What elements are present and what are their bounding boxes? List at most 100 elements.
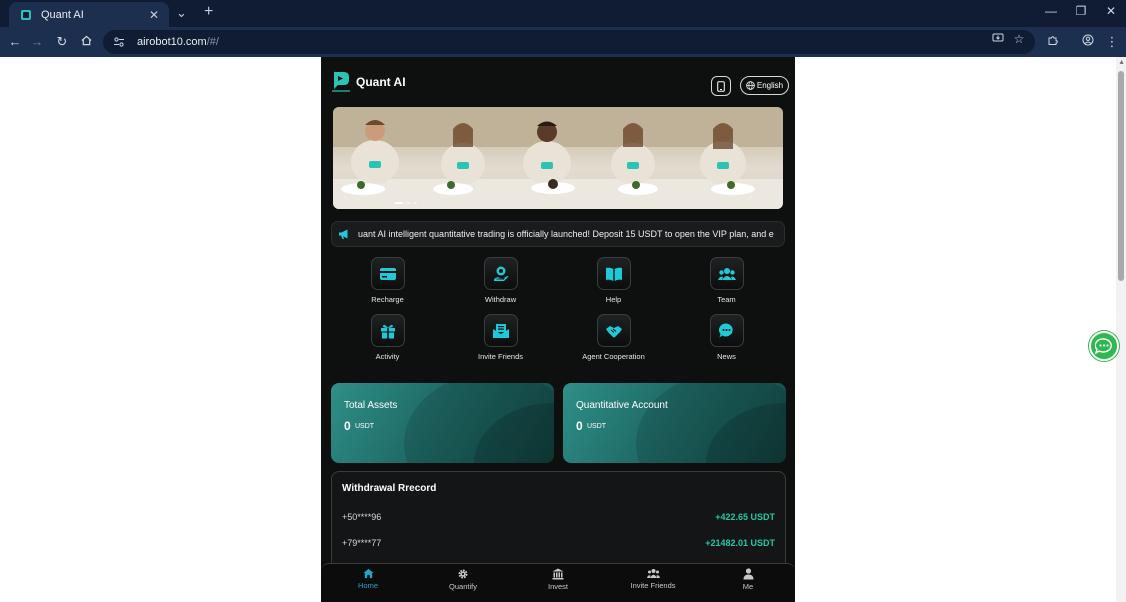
shortcut-label: Activity bbox=[375, 352, 400, 361]
tab-title: Quant AI bbox=[41, 8, 84, 21]
banner-photo bbox=[333, 107, 783, 209]
app-title: Quant AI bbox=[356, 75, 406, 89]
gear-icon bbox=[458, 569, 468, 579]
url-host: airobot10.com bbox=[137, 36, 207, 48]
announcement-text: uant AI intelligent quantitative trading… bbox=[358, 229, 774, 239]
record-phone: +79****77 bbox=[342, 538, 382, 548]
page-viewport: Quant AI English uant AI intelligent qua… bbox=[0, 57, 1126, 602]
extensions-puzzle-icon[interactable] bbox=[1044, 34, 1062, 49]
tab-invest[interactable]: Invest bbox=[511, 568, 605, 591]
gift-icon bbox=[370, 314, 405, 347]
tab-home[interactable]: Home bbox=[321, 568, 415, 590]
chat-bubble-icon bbox=[709, 314, 744, 347]
shortcut-recharge[interactable]: Recharge bbox=[331, 257, 444, 304]
shortcut-help[interactable]: Help bbox=[557, 257, 670, 304]
carousel-dot[interactable] bbox=[406, 202, 410, 204]
tab-invite-friends[interactable]: Invite Friends bbox=[606, 568, 700, 590]
announcement-marquee[interactable]: uant AI intelligent quantitative trading… bbox=[331, 221, 785, 247]
shortcut-withdraw[interactable]: Withdraw bbox=[444, 257, 557, 304]
record-amount: +21482.01 USDT bbox=[705, 538, 775, 548]
close-tab-icon[interactable]: ✕ bbox=[145, 8, 163, 22]
carousel-dot[interactable] bbox=[413, 202, 417, 204]
url-path: /#/ bbox=[206, 36, 219, 48]
shortcut-activity[interactable]: Activity bbox=[331, 314, 444, 361]
total-assets-card[interactable]: Total Assets 0 USDT bbox=[331, 383, 554, 463]
site-info-icon[interactable] bbox=[113, 35, 127, 49]
tab-label: Home bbox=[357, 581, 378, 590]
download-app-button[interactable] bbox=[711, 76, 731, 96]
book-icon bbox=[596, 257, 631, 290]
restore-icon[interactable]: ❐ bbox=[1066, 4, 1096, 18]
tab-quantify[interactable]: Quantify bbox=[416, 568, 510, 591]
minimize-icon[interactable]: — bbox=[1036, 4, 1066, 18]
card-value: 0 bbox=[576, 419, 583, 433]
mobile-app-container: Quant AI English uant AI intelligent qua… bbox=[321, 57, 795, 602]
shortcut-label: Team bbox=[717, 295, 736, 304]
bookmark-star-icon[interactable]: ☆ bbox=[1011, 32, 1027, 46]
carousel-dot[interactable] bbox=[395, 202, 403, 204]
shortcut-news[interactable]: News bbox=[670, 314, 783, 361]
bottom-tab-bar: Home Quantify Invest Invite Friends Me bbox=[321, 563, 795, 602]
promo-banner-carousel[interactable] bbox=[333, 107, 783, 209]
record-amount: +422.65 USDT bbox=[715, 512, 775, 522]
table-row: +50****96 +422.65 USDT bbox=[342, 512, 775, 526]
shortcut-team[interactable]: Team bbox=[670, 257, 783, 304]
browser-tab[interactable]: Quant AI ✕ bbox=[9, 2, 169, 27]
language-selector[interactable]: English bbox=[740, 76, 789, 95]
app-header: Quant AI English bbox=[321, 57, 795, 103]
kebab-menu-icon[interactable]: ⋮ bbox=[1103, 34, 1121, 50]
megaphone-icon bbox=[339, 229, 348, 239]
carousel-indicator bbox=[395, 202, 417, 204]
shortcut-invite-friends[interactable]: Invite Friends bbox=[444, 314, 557, 361]
browser-toolbar: ← → ↻ airobot10.com/#/ ☆ ⋮ bbox=[0, 27, 1126, 57]
shortcut-agent-cooperation[interactable]: Agent Cooperation bbox=[557, 314, 670, 361]
tab-label: Invest bbox=[547, 582, 568, 591]
live-chat-button[interactable] bbox=[1089, 331, 1119, 361]
tab-label: Quantify bbox=[449, 582, 477, 591]
reload-icon[interactable]: ↻ bbox=[53, 34, 71, 50]
tab-label: Me bbox=[742, 582, 754, 591]
wallet-icon bbox=[370, 257, 405, 290]
address-bar[interactable]: airobot10.com/#/ bbox=[103, 30, 1035, 54]
envelope-icon bbox=[483, 314, 518, 347]
profile-icon[interactable] bbox=[1079, 34, 1097, 49]
shortcut-label: Withdraw bbox=[484, 295, 517, 304]
card-label: Quantitative Account bbox=[576, 400, 668, 411]
card-label: Total Assets bbox=[344, 400, 398, 411]
forward-arrow-icon[interactable]: → bbox=[28, 34, 46, 49]
new-tab-icon[interactable]: + bbox=[204, 3, 213, 21]
home-icon bbox=[362, 568, 374, 579]
chat-bubble-icon bbox=[1095, 338, 1112, 354]
scroll-up-icon[interactable]: ▲ bbox=[1118, 59, 1125, 66]
page-scrollbar[interactable]: ▲ bbox=[1116, 57, 1126, 602]
globe-icon bbox=[746, 81, 755, 90]
mobile-phone-icon bbox=[717, 80, 725, 92]
tab-me[interactable]: Me bbox=[701, 568, 795, 591]
site-favicon-icon bbox=[19, 8, 33, 22]
tab-search-icon[interactable]: ⌄ bbox=[176, 5, 187, 21]
card-unit: USDT bbox=[355, 423, 375, 430]
card-unit: USDT bbox=[587, 423, 607, 430]
back-arrow-icon[interactable]: ← bbox=[6, 34, 24, 49]
card-value: 0 bbox=[344, 419, 351, 433]
browser-tab-strip: Quant AI ✕ ⌄ + — ❐ ✕ bbox=[0, 0, 1126, 27]
home-icon[interactable] bbox=[77, 34, 95, 49]
team-icon bbox=[709, 257, 744, 290]
withdrawal-record-title: Withdrawal Rrecord bbox=[342, 483, 437, 494]
shortcut-label: News bbox=[717, 352, 736, 361]
install-app-icon[interactable] bbox=[990, 32, 1006, 47]
quantitative-account-card[interactable]: Quantitative Account 0 USDT bbox=[563, 383, 786, 463]
person-icon bbox=[743, 568, 753, 580]
quant-ai-logo-icon bbox=[332, 72, 350, 92]
shortcut-label: Agent Cooperation bbox=[582, 352, 645, 361]
handshake-icon bbox=[596, 314, 631, 347]
language-label: English bbox=[756, 81, 784, 90]
record-phone: +50****96 bbox=[342, 512, 382, 522]
scrollbar-thumb[interactable] bbox=[1118, 71, 1124, 281]
close-window-icon[interactable]: ✕ bbox=[1096, 4, 1126, 18]
shortcut-label: Help bbox=[605, 295, 622, 304]
bank-icon bbox=[552, 568, 564, 580]
tab-label: Invite Friends bbox=[630, 581, 676, 590]
shortcut-label: Invite Friends bbox=[477, 352, 524, 361]
table-row: +79****77 +21482.01 USDT bbox=[342, 538, 775, 552]
